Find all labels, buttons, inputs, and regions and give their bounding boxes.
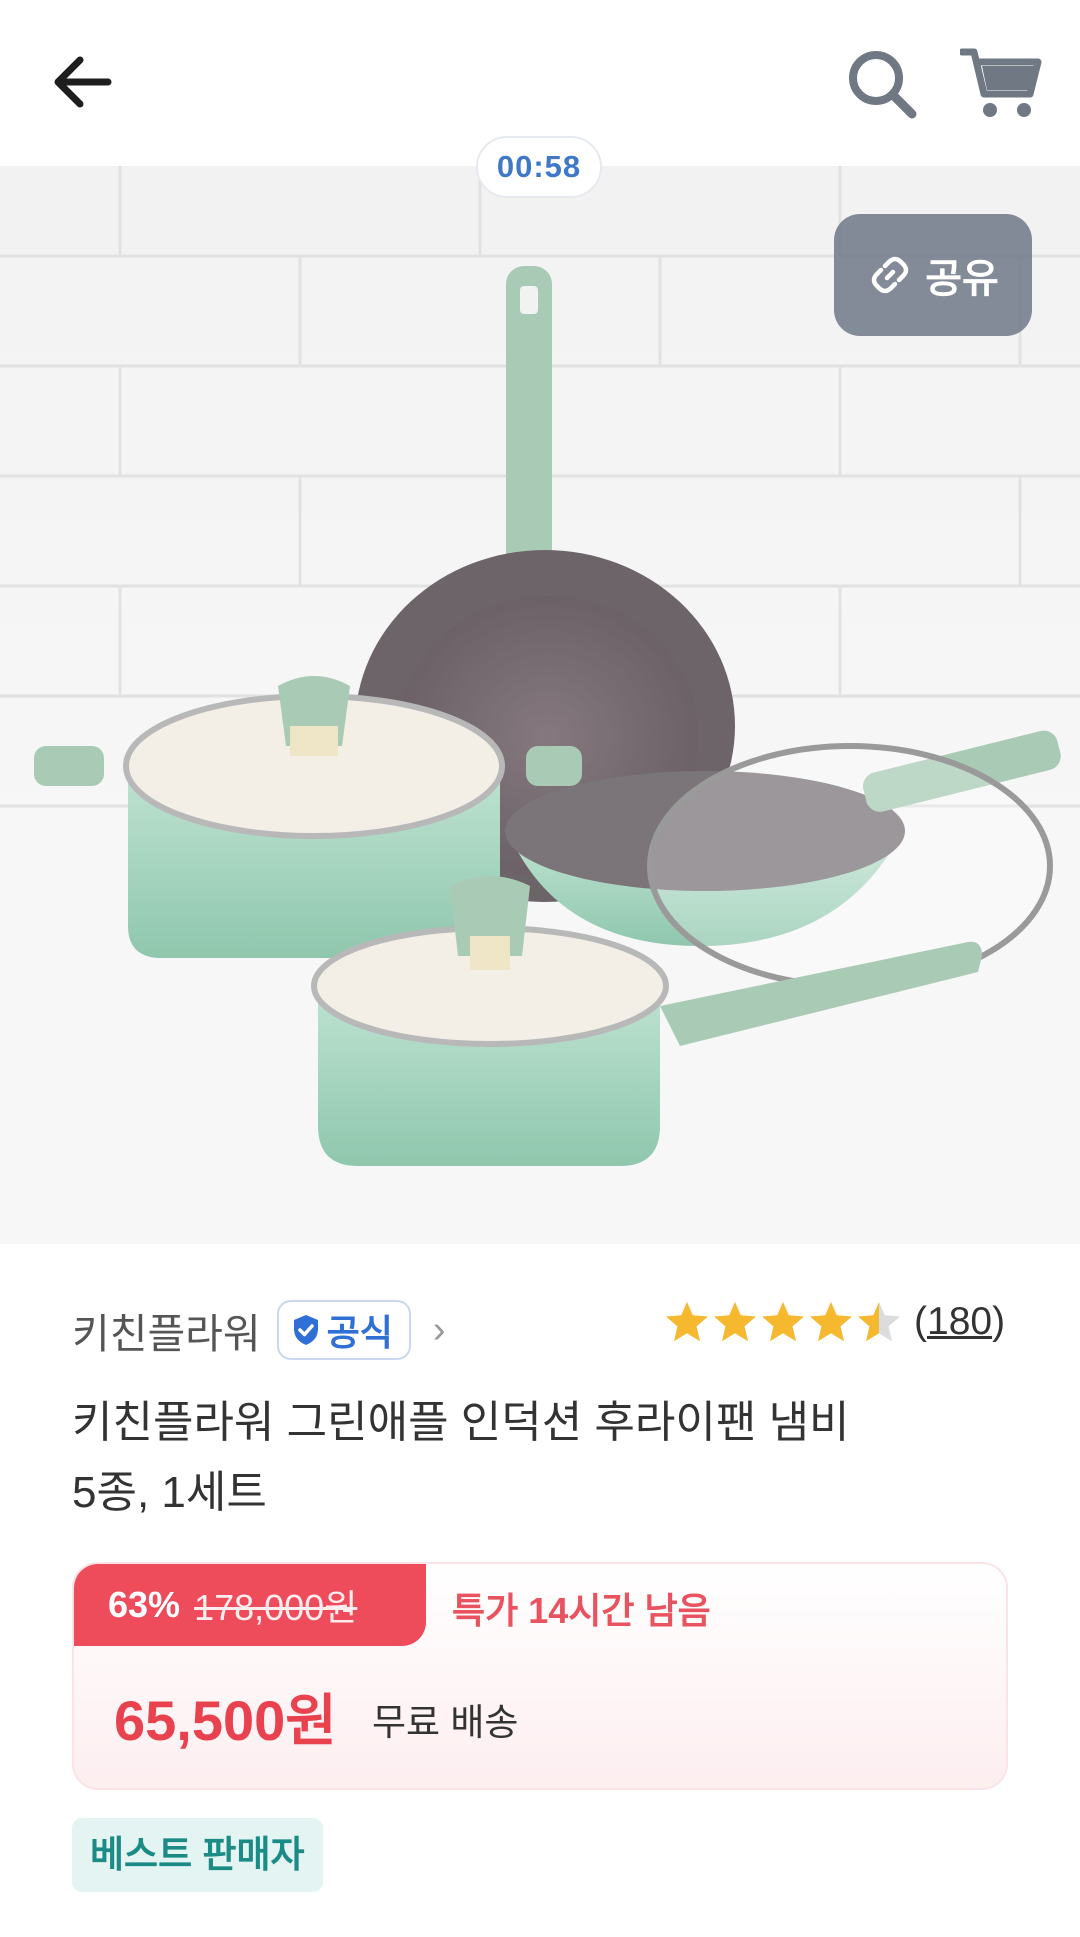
product-title-line1: 키친플라워 그린애플 인덕션 후라이팬 냄비 (72, 1398, 850, 1447)
review-count-open: ( (914, 1300, 927, 1343)
star-icon (665, 1301, 709, 1342)
official-badge-label: 공식 (326, 1312, 393, 1353)
review-count-close: ) (992, 1300, 1006, 1343)
link-icon (871, 256, 909, 294)
best-seller-badge: 베스트 판매자 (72, 1818, 323, 1892)
share-label: 공유 (925, 257, 999, 301)
star-icon (761, 1301, 805, 1342)
deal-countdown-text: 특가 14시간 남음 (452, 1590, 711, 1631)
seller-row[interactable]: 키친플라워 공식 › (72, 1300, 446, 1360)
search-icon (849, 51, 917, 119)
shipping-info: 무료 배송 (372, 1702, 519, 1743)
price-box: 63% 178,000원 특가 14시간 남음 65,500원 무료 배송 (72, 1562, 1008, 1790)
countdown-timer: 00:58 (476, 136, 602, 198)
official-badge: 공식 (276, 1300, 411, 1360)
cart-icon (958, 48, 1042, 117)
cart-button[interactable] (958, 44, 1042, 120)
star-rating (664, 1300, 902, 1344)
product-title: 키친플라워 그린애플 인덕션 후라이팬 냄비 5종, 1세트 (72, 1388, 972, 1528)
product-title-line2: 5종, 1세트 (72, 1468, 267, 1517)
chevron-right-icon[interactable]: › (433, 1309, 446, 1352)
discount-tab: 63% 178,000원 (74, 1564, 426, 1646)
seller-name[interactable]: 키친플라워 (72, 1300, 261, 1360)
star-icon (809, 1301, 853, 1342)
star-half-icon (857, 1301, 901, 1342)
search-button[interactable] (844, 46, 920, 122)
rating[interactable]: (180) (664, 1300, 1005, 1344)
star-icon (713, 1301, 757, 1342)
original-price: 178,000원 (194, 1587, 358, 1628)
review-count[interactable]: (180) (914, 1300, 1005, 1344)
arrow-left-icon (54, 56, 112, 108)
review-count-number: 180 (927, 1300, 993, 1343)
discount-rate: 63% (108, 1584, 181, 1625)
sale-price: 65,500원 (114, 1689, 337, 1752)
share-button[interactable]: 공유 (834, 214, 1032, 336)
verified-shield-icon (293, 1315, 318, 1345)
back-button[interactable] (48, 46, 120, 118)
